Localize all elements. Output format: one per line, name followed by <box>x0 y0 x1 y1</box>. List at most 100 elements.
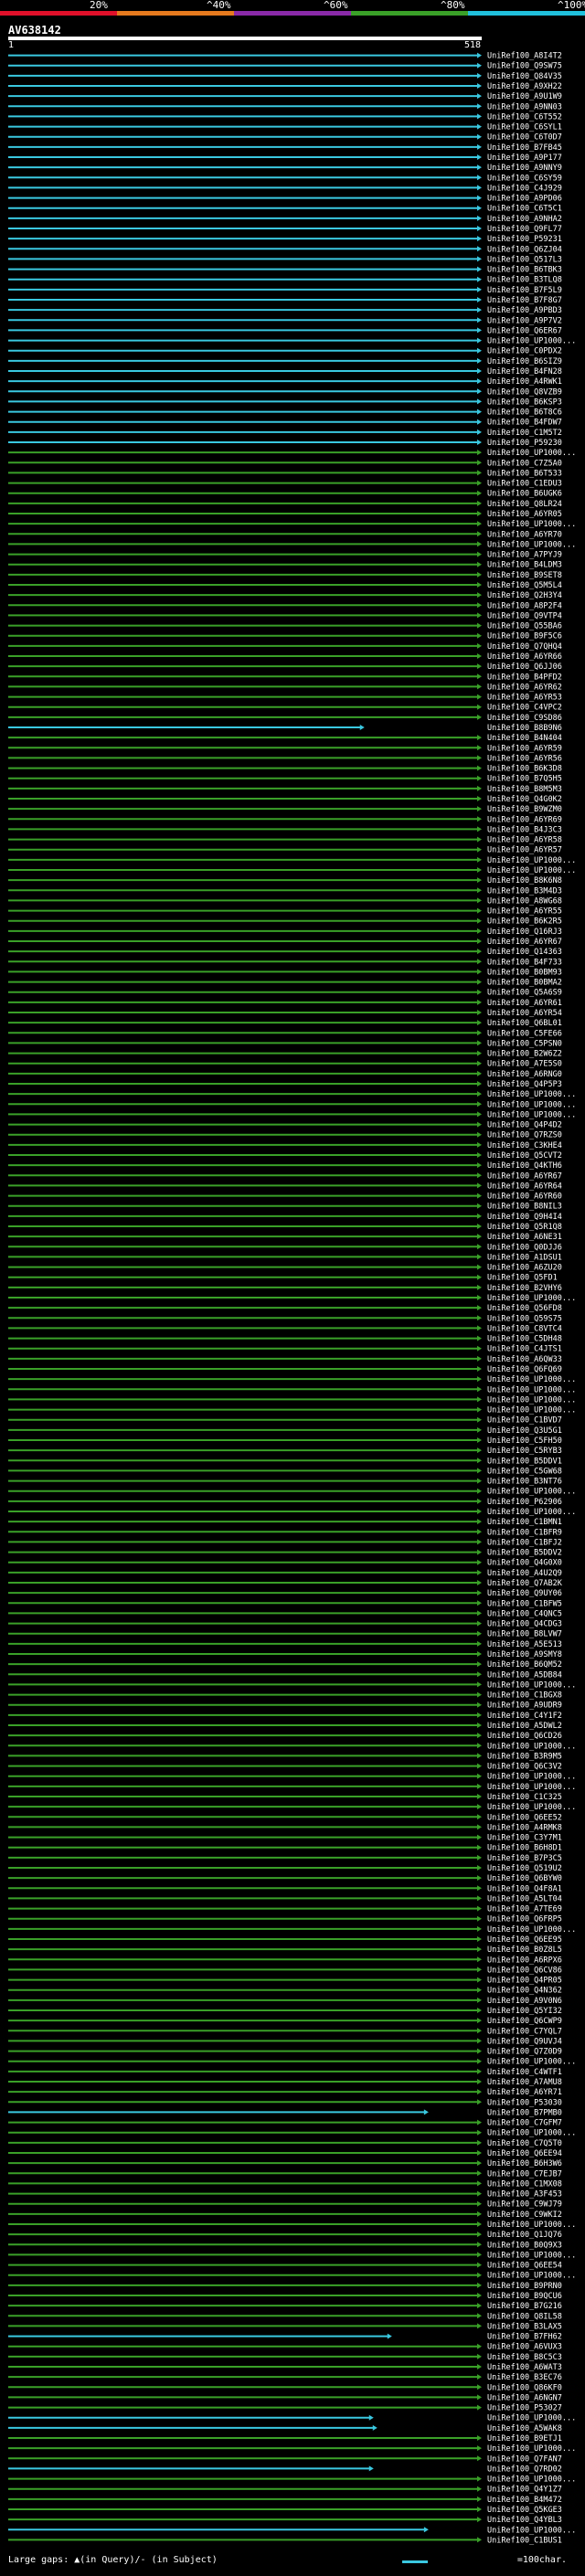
hit-label[interactable]: UniRef100_A1DSU1 <box>487 1253 562 1262</box>
hit-label[interactable]: UniRef100_Q5KGE3 <box>487 2506 562 2515</box>
hit-label[interactable]: UniRef100_P53030 <box>487 2098 562 2107</box>
hit-label[interactable]: UniRef100_Q6BYW0 <box>487 1874 562 1883</box>
hit-label[interactable]: UniRef100_UP1000... <box>487 1385 576 1394</box>
hit-label[interactable]: UniRef100_Q2H3Y4 <box>487 591 562 600</box>
hit-label[interactable]: UniRef100_Q6CD26 <box>487 1732 562 1741</box>
hit-label[interactable]: UniRef100_A8I4T2 <box>487 52 562 61</box>
hit-label[interactable]: UniRef100_B0BM93 <box>487 968 562 977</box>
hit-label[interactable]: UniRef100_B7PMB0 <box>487 2108 562 2117</box>
hit-label[interactable]: UniRef100_Q55BA6 <box>487 622 562 631</box>
hit-label[interactable]: UniRef100_UP1000... <box>487 1375 576 1384</box>
hit-label[interactable]: UniRef100_A9PD06 <box>487 195 562 204</box>
hit-label[interactable]: UniRef100_B6T8C6 <box>487 408 562 418</box>
hit-label[interactable]: UniRef100_A9V0N6 <box>487 1997 562 2006</box>
hit-label[interactable]: UniRef100_B2VHY6 <box>487 1284 562 1293</box>
hit-label[interactable]: UniRef100_A9XH22 <box>487 82 562 91</box>
hit-label[interactable]: UniRef100_A7PYJ9 <box>487 551 562 560</box>
hit-label[interactable]: UniRef100_B5DDV1 <box>487 1457 562 1466</box>
hit-label[interactable]: UniRef100_Q16RJ3 <box>487 928 562 937</box>
hit-label[interactable]: UniRef100_C7Q5T0 <box>487 2139 562 2148</box>
hit-label[interactable]: UniRef100_C1M5T2 <box>487 429 562 438</box>
hit-label[interactable]: UniRef100_B6K2R5 <box>487 917 562 927</box>
hit-label[interactable]: UniRef100_B6K3D8 <box>487 765 562 774</box>
hit-label[interactable]: UniRef100_B6T533 <box>487 469 562 478</box>
hit-label[interactable]: UniRef100_Q5CVT2 <box>487 1151 562 1161</box>
hit-label[interactable]: UniRef100_Q7RZS0 <box>487 1131 562 1140</box>
hit-label[interactable]: UniRef100_C7Z5A0 <box>487 459 562 468</box>
hit-label[interactable]: UniRef100_A9NN03 <box>487 102 562 111</box>
hit-label[interactable]: UniRef100_A9SMY8 <box>487 1650 562 1659</box>
hit-label[interactable]: UniRef100_Q7RD02 <box>487 2465 562 2474</box>
hit-label[interactable]: UniRef100_A9P177 <box>487 154 562 163</box>
hit-label[interactable]: UniRef100_UP1000... <box>487 2058 576 2067</box>
hit-label[interactable]: UniRef100_C5FH50 <box>487 1436 562 1446</box>
hit-label[interactable]: UniRef100_C4Y1F2 <box>487 1712 562 1721</box>
hit-label[interactable]: UniRef100_A6YR66 <box>487 652 562 662</box>
hit-label[interactable]: UniRef100_A9P7V2 <box>487 316 562 325</box>
hit-label[interactable]: UniRef100_Q6FRP5 <box>487 1915 562 1924</box>
hit-label[interactable]: UniRef100_B3TLQ8 <box>487 276 562 285</box>
hit-label[interactable]: UniRef100_A5LT04 <box>487 1894 562 1903</box>
hit-label[interactable]: UniRef100_C6SY59 <box>487 174 562 183</box>
hit-label[interactable]: UniRef100_UP1000... <box>487 449 576 458</box>
hit-label[interactable]: UniRef100_B6QM52 <box>487 1660 562 1670</box>
hit-label[interactable]: UniRef100_C5RYB3 <box>487 1447 562 1456</box>
hit-label[interactable]: UniRef100_Q4P5P3 <box>487 1080 562 1089</box>
hit-label[interactable]: UniRef100_A6YR54 <box>487 1009 562 1018</box>
hit-label[interactable]: UniRef100_Q59S75 <box>487 1314 562 1323</box>
hit-label[interactable]: UniRef100_Q5A6S9 <box>487 989 562 998</box>
hit-label[interactable]: UniRef100_A4U2Q9 <box>487 1569 562 1578</box>
hit-label[interactable]: UniRef100_C8VTC4 <box>487 1324 562 1333</box>
hit-label[interactable]: UniRef100_Q7AB2K <box>487 1579 563 1588</box>
hit-label[interactable]: UniRef100_C3KHE4 <box>487 1141 562 1150</box>
hit-label[interactable]: UniRef100_B7G216 <box>487 2302 562 2311</box>
hit-label[interactable]: UniRef100_B3M4D3 <box>487 886 562 896</box>
hit-label[interactable]: UniRef100_B6H3W6 <box>487 2159 562 2168</box>
hit-label[interactable]: UniRef100_C5PSN0 <box>487 1039 562 1048</box>
hit-label[interactable]: UniRef100_A6YR64 <box>487 1182 562 1191</box>
hit-label[interactable]: UniRef100_A6YR62 <box>487 683 562 692</box>
hit-label[interactable]: UniRef100_C4WTF1 <box>487 2068 562 2077</box>
hit-label[interactable]: UniRef100_P62906 <box>487 1498 562 1507</box>
hit-label[interactable]: UniRef100_B6H8D1 <box>487 1844 562 1853</box>
hit-label[interactable]: UniRef100_A7AMU8 <box>487 2078 562 2087</box>
hit-label[interactable]: UniRef100_Q519U2 <box>487 1864 562 1873</box>
hit-label[interactable]: UniRef100_B3LAX5 <box>487 2322 562 2331</box>
hit-label[interactable]: UniRef100_Q4PR05 <box>487 1977 562 1986</box>
hit-label[interactable]: UniRef100_C5GW68 <box>487 1467 562 1476</box>
hit-label[interactable]: UniRef100_C9SD86 <box>487 714 562 723</box>
hit-label[interactable]: UniRef100_Q84V35 <box>487 72 562 81</box>
hit-label[interactable]: UniRef100_C0PDX2 <box>487 347 562 356</box>
hit-label[interactable]: UniRef100_Q7QHQ4 <box>487 642 562 652</box>
hit-label[interactable]: UniRef100_C7EJB7 <box>487 2169 562 2178</box>
hit-label[interactable]: UniRef100_C6T0D7 <box>487 133 562 143</box>
hit-label[interactable]: UniRef100_B6KSP3 <box>487 398 562 407</box>
hit-label[interactable]: UniRef100_C6T5C1 <box>487 205 562 214</box>
hit-label[interactable]: UniRef100_Q5YI32 <box>487 2007 562 2016</box>
hit-label[interactable]: UniRef100_UP1000... <box>487 1508 576 1517</box>
hit-label[interactable]: UniRef100_Q4G0K2 <box>487 795 562 804</box>
hit-label[interactable]: UniRef100_A6YR55 <box>487 907 562 917</box>
hit-label[interactable]: UniRef100_B5DDV2 <box>487 1549 562 1558</box>
hit-label[interactable]: UniRef100_UP1000... <box>487 2526 576 2535</box>
hit-label[interactable]: UniRef100_Q4N362 <box>487 1987 562 1996</box>
hit-label[interactable]: UniRef100_Q8LR24 <box>487 500 562 509</box>
hit-label[interactable]: UniRef100_B4N404 <box>487 734 562 743</box>
hit-label[interactable]: UniRef100_Q9VTP4 <box>487 611 562 620</box>
hit-label[interactable]: UniRef100_B9F5C6 <box>487 632 562 641</box>
hit-label[interactable]: UniRef100_A7E5S0 <box>487 1060 562 1069</box>
hit-label[interactable]: UniRef100_C1BVD7 <box>487 1416 562 1426</box>
hit-label[interactable]: UniRef100_C4J929 <box>487 184 562 193</box>
hit-label[interactable]: UniRef100_A6YR71 <box>487 2088 562 2097</box>
hit-label[interactable]: UniRef100_B0Q9X3 <box>487 2241 562 2250</box>
hit-label[interactable]: UniRef100_B8M5M3 <box>487 785 562 794</box>
hit-label[interactable]: UniRef100_C4QNC5 <box>487 1609 562 1618</box>
hit-label[interactable]: UniRef100_Q3U5G1 <box>487 1426 562 1436</box>
hit-label[interactable]: UniRef100_A6VUX3 <box>487 2343 562 2352</box>
hit-label[interactable]: UniRef100_UP1000... <box>487 2272 576 2281</box>
hit-label[interactable]: UniRef100_C7YQL7 <box>487 2027 562 2036</box>
hit-label[interactable]: UniRef100_UP1000... <box>487 520 576 529</box>
hit-label[interactable]: UniRef100_Q6EE52 <box>487 1813 562 1822</box>
hit-label[interactable]: UniRef100_Q6ER67 <box>487 326 562 335</box>
hit-label[interactable]: UniRef100_A9UDR9 <box>487 1701 562 1711</box>
